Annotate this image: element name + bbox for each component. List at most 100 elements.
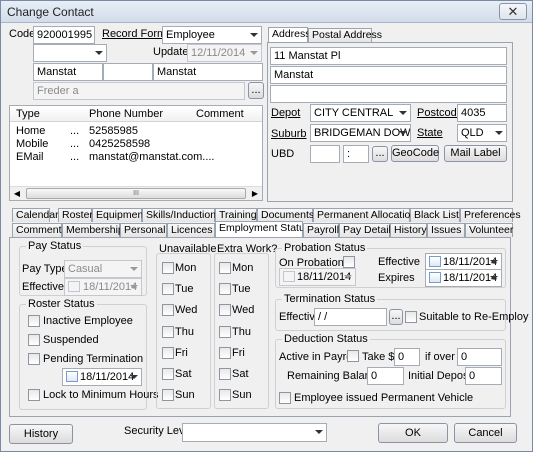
permanent-vehicle-checkbox[interactable] (279, 392, 291, 404)
scroll-right-icon[interactable]: ▶ (248, 187, 262, 200)
suburb-select[interactable]: BRIDGEMAN DOWNS (310, 124, 411, 142)
suspended-checkbox[interactable] (28, 334, 40, 346)
row-dots[interactable]: ... (70, 138, 79, 150)
mail-label-button[interactable]: Mail Label (444, 145, 507, 162)
scroll-left-icon[interactable]: ◀ (10, 187, 24, 200)
postcode-input[interactable]: 4035 (457, 104, 507, 122)
day-checkbox[interactable] (219, 262, 231, 274)
day-checkbox[interactable] (219, 347, 231, 359)
take-input[interactable]: 0 (394, 348, 420, 366)
history-button[interactable]: History (9, 424, 73, 444)
record-format-select[interactable]: Employee (162, 26, 262, 44)
ok-button[interactable]: OK (378, 423, 448, 443)
close-icon[interactable]: ✕ (499, 3, 527, 20)
probation-caption: Probation Status (282, 242, 368, 254)
tab-item[interactable]: Personal (120, 223, 167, 237)
updated-date-value: 12/11/2014 (191, 47, 246, 59)
day-checkbox[interactable] (219, 368, 231, 380)
geocode-button[interactable]: GeoCode (391, 145, 439, 162)
tab-item[interactable]: Licences (167, 223, 215, 237)
row-dots[interactable]: ... (70, 151, 79, 163)
horizontal-scrollbar[interactable]: ◀ III ▶ (10, 186, 262, 200)
termination-caption: Termination Status (282, 293, 378, 305)
day-checkbox[interactable] (219, 389, 231, 401)
on-probation-checkbox[interactable] (343, 256, 355, 268)
day-checkbox[interactable] (162, 347, 174, 359)
last-name-input[interactable]: Manstat (153, 63, 263, 81)
tab-item[interactable]: Black List (410, 208, 460, 222)
tab-item[interactable]: History (390, 223, 427, 237)
tab-item[interactable]: Volunteer (465, 223, 513, 237)
tab-item[interactable]: Issues (427, 223, 465, 237)
calendar-checkbox-icon[interactable] (429, 256, 441, 267)
tab-item[interactable]: Documents (257, 208, 314, 222)
tab-postal-address[interactable]: Postal Address (308, 28, 382, 42)
code-input[interactable]: 920001995 (33, 26, 95, 44)
tab-item[interactable]: Payroll (303, 223, 339, 237)
if-over-input[interactable]: 0 (457, 348, 502, 366)
day-checkbox[interactable] (219, 304, 231, 316)
tab-item[interactable]: Equipment (92, 208, 146, 222)
lock-min-hours-checkbox[interactable] (28, 389, 40, 401)
ubd-ref-input[interactable]: : (343, 145, 369, 163)
tab-item[interactable]: Permanent Allocations (313, 208, 421, 222)
depot-value: CITY CENTRAL (314, 107, 394, 119)
row-dots[interactable]: ... (70, 125, 79, 137)
col-phone-header[interactable]: Phone Number (89, 108, 163, 120)
day-checkbox[interactable] (219, 326, 231, 338)
inactive-employee-checkbox[interactable] (28, 315, 40, 327)
remaining-balance-input[interactable]: 0 (367, 367, 404, 385)
security-level-select[interactable] (182, 423, 327, 442)
scroll-thumb[interactable]: III (26, 188, 246, 199)
active-in-payroll-checkbox[interactable] (347, 350, 359, 362)
tab-item[interactable]: Skills/Inductions (142, 208, 221, 222)
first-name-input[interactable]: Manstat (33, 63, 103, 81)
chevron-down-icon (127, 261, 141, 277)
ubd-map-input[interactable] (310, 145, 340, 163)
probation-expires-date-picker[interactable]: 18/11/2014 (425, 269, 502, 287)
termination-ellipsis-button[interactable]: ... (389, 309, 403, 325)
title-select[interactable] (33, 44, 107, 62)
table-row[interactable]: EMail ... manstat@manstat.com.... (10, 151, 262, 164)
middle-name-input[interactable] (103, 63, 153, 81)
termination-effective-input[interactable]: / / (314, 308, 387, 326)
day-checkbox[interactable] (162, 326, 174, 338)
initial-deposit-input[interactable]: 0 (465, 367, 502, 385)
address-line1-input[interactable]: 11 Manstat Pl (270, 47, 507, 65)
table-row[interactable]: Home ... 52585985 (10, 125, 262, 138)
chevron-down-icon (312, 424, 326, 440)
table-row[interactable]: Mobile ... 0425258598 (10, 138, 262, 151)
day-checkbox[interactable] (162, 262, 174, 274)
day-checkbox[interactable] (162, 389, 174, 401)
chevron-down-icon (487, 270, 501, 286)
calendar-checkbox-icon[interactable] (429, 272, 441, 283)
tab-item[interactable]: Comments (12, 223, 67, 237)
tab-item[interactable]: Training (215, 208, 257, 222)
active-in-payroll-label: Active in Payroll (279, 351, 358, 363)
pending-termination-checkbox[interactable] (28, 353, 40, 365)
cancel-button[interactable]: Cancel (454, 423, 517, 443)
pending-termination-date-picker[interactable]: 18/11/2014 (62, 368, 142, 386)
tab-item[interactable]: Calendar (12, 208, 59, 222)
state-select[interactable]: QLD (457, 124, 507, 142)
tab-item[interactable]: Pay Details (339, 223, 396, 237)
chevron-down-icon (127, 369, 141, 385)
suitable-reemploy-checkbox[interactable] (405, 311, 417, 323)
ubd-ellipsis-button[interactable]: ... (372, 146, 388, 162)
tab-item[interactable]: Employment Status (215, 221, 310, 237)
tab-address[interactable]: Address (268, 27, 311, 43)
calendar-checkbox-icon[interactable] (66, 371, 78, 382)
day-checkbox[interactable] (162, 304, 174, 316)
day-checkbox[interactable] (162, 283, 174, 295)
tab-item[interactable]: Preferences (460, 208, 521, 222)
address-line2-input[interactable]: Manstat (270, 66, 507, 84)
address-line3-input[interactable] (270, 85, 507, 103)
tab-item[interactable]: Memberships (62, 223, 129, 237)
col-comment-header[interactable]: Comment (196, 108, 244, 120)
depot-select[interactable]: CITY CENTRAL (310, 104, 411, 122)
col-type-header[interactable]: Type (16, 108, 40, 120)
day-checkbox[interactable] (219, 283, 231, 295)
day-checkbox[interactable] (162, 368, 174, 380)
display-name-ellipsis-button[interactable]: ... (248, 82, 264, 99)
tab-item[interactable]: Roster (58, 208, 93, 222)
